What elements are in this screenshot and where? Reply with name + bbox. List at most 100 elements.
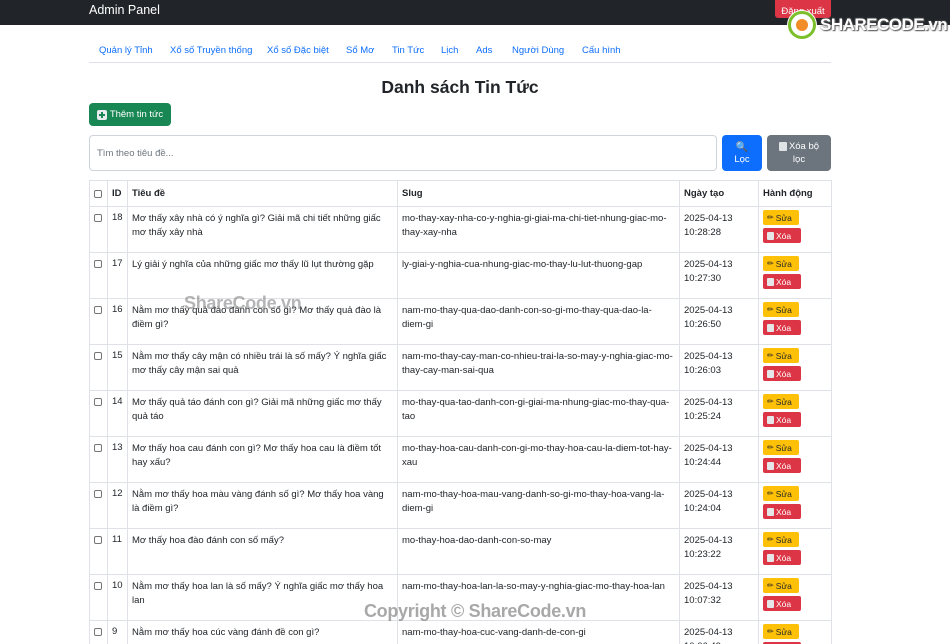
row-slug: mo-thay-qua-tao-danh-con-gi-giai-ma-nhun… — [397, 390, 680, 437]
row-actions: ✏Sửa Xóa — [758, 298, 832, 345]
table-row: 18 Mơ thấy xây nhà có ý nghĩa gì? Giải mã… — [89, 206, 832, 253]
row-checkbox[interactable] — [94, 352, 102, 360]
row-title: Mơ thấy quả táo đánh con gì? Giải mã nhữ… — [127, 390, 398, 437]
edit-button[interactable]: ✏ Sửa — [763, 210, 799, 225]
delete-button[interactable]: Xóa — [763, 412, 801, 427]
edit-button[interactable]: ✏ Sửa — [763, 302, 799, 317]
column-header-title[interactable]: Tiêu đề — [127, 180, 398, 207]
row-created-date: 2025-04-13 — [684, 351, 733, 362]
row-title: Mơ thấy xây nhà có ý nghĩa gì? Giải mã c… — [127, 206, 398, 253]
tab-provinces[interactable]: Quản lý Tỉnh — [99, 45, 153, 56]
trash-icon — [767, 599, 774, 608]
row-checkbox[interactable] — [94, 306, 102, 314]
column-header-slug[interactable]: Slug — [397, 180, 680, 207]
tab-calendar[interactable]: Lịch — [441, 45, 458, 56]
delete-button[interactable]: Xóa — [763, 274, 801, 289]
edit-label: Sửa — [775, 534, 792, 545]
edit-label: Sửa — [775, 442, 792, 453]
row-checkbox[interactable] — [94, 628, 102, 636]
row-created: 2025-04-13 10:27:30 — [679, 252, 759, 299]
delete-button[interactable]: Xóa — [763, 504, 801, 519]
tab-special-lottery[interactable]: Xổ số Đặc biệt — [267, 45, 329, 56]
clear-filter-button[interactable]: Xóa bộ lọc — [767, 135, 831, 171]
row-checkbox[interactable] — [94, 444, 102, 452]
row-created: 2025-04-13 10:24:04 — [679, 482, 759, 529]
row-created-time: 10:24:04 — [684, 503, 721, 514]
edit-button[interactable]: ✏ Sửa — [763, 256, 799, 271]
edit-label: Sửa — [775, 350, 792, 361]
row-select-cell — [89, 206, 108, 253]
row-created: 2025-04-13 10:26:03 — [679, 344, 759, 391]
edit-button[interactable]: ✏ Sửa — [763, 532, 799, 547]
row-slug: mo-thay-xay-nha-co-y-nghia-gi-giai-ma-ch… — [397, 206, 680, 253]
row-title: Nằm mơ thấy hoa màu vàng đánh số gì? Mơ … — [127, 482, 398, 529]
row-select-cell — [89, 344, 108, 391]
row-actions: ✏Sửa Xóa — [758, 252, 832, 299]
row-title: Nằm mơ thấy hoa lan là số mấy? Ý nghĩa g… — [127, 574, 398, 621]
edit-button[interactable]: ✏ Sửa — [763, 578, 799, 593]
row-slug: nam-mo-thay-qua-dao-danh-con-so-gi-mo-th… — [397, 298, 680, 345]
row-checkbox[interactable] — [94, 536, 102, 544]
row-slug: nam-mo-thay-hoa-cuc-vang-danh-de-con-gi — [397, 620, 680, 644]
row-id: 17 — [107, 252, 128, 299]
pencil-icon: ✏ — [767, 534, 774, 544]
row-slug: nam-mo-thay-cay-man-co-nhieu-trai-la-so-… — [397, 344, 680, 391]
tab-users[interactable]: Người Dùng — [512, 45, 564, 56]
row-id: 11 — [107, 528, 128, 575]
delete-button[interactable]: Xóa — [763, 596, 801, 611]
edit-button[interactable]: ✏ Sửa — [763, 348, 799, 363]
column-header-id[interactable]: ID — [107, 180, 128, 207]
row-id: 12 — [107, 482, 128, 529]
row-id: 15 — [107, 344, 128, 391]
row-actions: ✏Sửa Xóa — [758, 390, 832, 437]
delete-button[interactable]: Xóa — [763, 320, 801, 335]
row-slug: mo-thay-hoa-cau-danh-con-gi-mo-thay-hoa-… — [397, 436, 680, 483]
tab-ads[interactable]: Ads — [476, 45, 492, 56]
row-select-cell — [89, 482, 108, 529]
tab-traditional-lottery[interactable]: Xổ số Truyền thống — [170, 45, 252, 56]
edit-button[interactable]: ✏ Sửa — [763, 486, 799, 501]
news-table: ID Tiêu đề Slug Ngày tạo Hành động 18 Mơ … — [89, 180, 832, 644]
column-header-created[interactable]: Ngày tạo — [679, 180, 759, 207]
row-id: 14 — [107, 390, 128, 437]
row-checkbox[interactable] — [94, 214, 102, 222]
search-title-input[interactable] — [89, 135, 717, 171]
search-icon: 🔍 — [735, 141, 749, 153]
row-created-time: 10:25:24 — [684, 411, 721, 422]
delete-label: Xóa — [776, 230, 792, 241]
row-created-time: 10:24:44 — [684, 457, 721, 468]
tab-dream-book[interactable]: Sổ Mơ — [346, 45, 374, 56]
edit-label: Sửa — [775, 212, 792, 223]
row-checkbox[interactable] — [94, 398, 102, 406]
row-select-cell — [89, 298, 108, 345]
filter-label: Lọc — [734, 153, 750, 165]
pencil-icon: ✏ — [767, 442, 774, 452]
add-news-button[interactable]: Thêm tin tức — [89, 103, 171, 126]
sharecode-logo-text: SHARECODE.vn — [820, 15, 948, 34]
brand-title[interactable]: Admin Panel — [89, 3, 160, 17]
row-checkbox[interactable] — [94, 582, 102, 590]
filter-button[interactable]: 🔍 Lọc — [722, 135, 762, 171]
clear-filter-label-line2: lọc — [792, 154, 806, 165]
sharecode-logo: SHARECODE.vn — [788, 11, 948, 39]
row-created: 2025-04-13 10:24:44 — [679, 436, 759, 483]
trash-icon — [767, 461, 774, 470]
delete-button[interactable]: Xóa — [763, 550, 801, 565]
tab-news[interactable]: Tin Tức — [392, 45, 424, 56]
table-header-row: ID Tiêu đề Slug Ngày tạo Hành động — [89, 180, 832, 207]
edit-button[interactable]: ✏ Sửa — [763, 440, 799, 455]
row-id: 18 — [107, 206, 128, 253]
edit-button[interactable]: ✏ Sửa — [763, 394, 799, 409]
row-created: 2025-04-13 10:28:28 — [679, 206, 759, 253]
delete-button[interactable]: Xóa — [763, 228, 801, 243]
delete-button[interactable]: Xóa — [763, 366, 801, 381]
tab-settings[interactable]: Cấu hình — [582, 45, 621, 56]
pencil-icon: ✏ — [767, 626, 774, 636]
select-all-checkbox[interactable] — [94, 190, 102, 198]
row-slug: nam-mo-thay-hoa-lan-la-so-may-y-nghia-gi… — [397, 574, 680, 621]
row-checkbox[interactable] — [94, 260, 102, 268]
row-checkbox[interactable] — [94, 490, 102, 498]
edit-button[interactable]: ✏ Sửa — [763, 624, 799, 639]
delete-button[interactable]: Xóa — [763, 458, 801, 473]
edit-label: Sửa — [775, 488, 792, 499]
